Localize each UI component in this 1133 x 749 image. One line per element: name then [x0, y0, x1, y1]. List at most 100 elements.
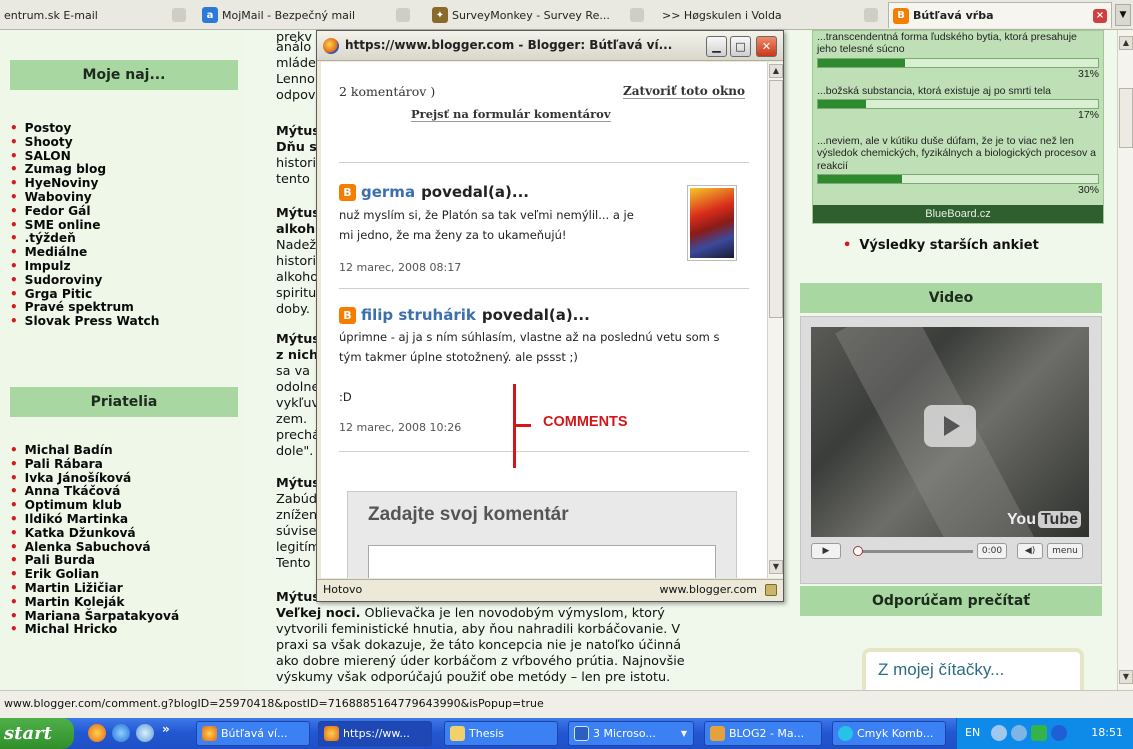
scroll-thumb[interactable] [769, 80, 783, 318]
start-button[interactable]: start [0, 718, 74, 749]
sidebar-link[interactable]: Fedor Gál [10, 204, 159, 219]
tab-close-icon[interactable] [630, 8, 644, 22]
bluetooth-icon[interactable] [1051, 725, 1067, 741]
sidebar-link[interactable]: Michal Badín [10, 443, 179, 458]
sidebar-link[interactable]: Impulz [10, 259, 159, 274]
comment-textarea[interactable] [368, 545, 716, 578]
video-progress-track[interactable] [855, 550, 973, 553]
sidebar-link[interactable]: Martin Ližičiar [10, 581, 179, 596]
article-text-fragment: alkoho [276, 270, 319, 285]
scroll-down-icon[interactable]: ▼ [1119, 670, 1133, 684]
internet-explorer-icon[interactable] [112, 724, 130, 742]
tab-mojmail[interactable]: a MojMail - Bezpečný mail [202, 2, 414, 28]
tray-collapse-icon[interactable] [991, 725, 1007, 741]
sidebar-link[interactable]: Waboviny [10, 190, 159, 205]
taskbar-item-popup[interactable]: https://ww... [318, 721, 432, 746]
language-indicator[interactable]: EN [965, 726, 980, 739]
sidebar-link[interactable]: Mediálne [10, 245, 159, 260]
popup-status-bar: Hotovo www.blogger.com [317, 579, 783, 601]
sidebar-link[interactable]: Mariana Šarpatakyová [10, 609, 180, 624]
page-scrollbar[interactable]: ▲ ▼ [1117, 30, 1133, 690]
tab-butlava-vrba[interactable]: B Bútľavá vŕba × [888, 2, 1112, 28]
blueboard-credit[interactable]: BlueBoard.cz [813, 205, 1103, 223]
play-button[interactable]: ▶ [811, 543, 841, 559]
sidebar-link[interactable]: Michal Hricko [10, 623, 179, 637]
taskbar-item-label: https://ww... [343, 727, 410, 740]
poll-option: ...božská substancia, ktorá existuje aj … [817, 85, 1099, 122]
firefox-icon [324, 726, 339, 741]
tab-hogskulen[interactable]: >> Høgskulen i Volda [662, 2, 802, 28]
sidebar-link[interactable]: Postoy [10, 121, 159, 136]
video-menu-button[interactable]: menu [1047, 543, 1083, 559]
taskbar-item-word[interactable]: 3 Microso... ▼ [568, 721, 694, 746]
minimize-icon[interactable]: ▁ [706, 36, 727, 57]
tab-close-icon[interactable]: × [1093, 9, 1107, 23]
sidebar-link[interactable]: Slovak Press Watch [10, 314, 160, 329]
sidebar-link[interactable]: SME online [10, 218, 159, 233]
sidebar-link[interactable]: HyeNoviny [10, 176, 159, 191]
sidebar-link[interactable]: Sudoroviny [10, 273, 159, 288]
taskbar-item-cmyk[interactable]: Cmyk Komb... [832, 721, 946, 746]
tab-surveymonkey[interactable]: ✦ SurveyMonkey - Survey Re... [432, 2, 648, 28]
poll-percent: 30% [1077, 184, 1099, 197]
comment-author-link[interactable]: filip struhárik [361, 306, 476, 324]
sidebar-link[interactable]: Pali Rábara [10, 457, 179, 472]
sidebar-link[interactable]: .týždeň [10, 232, 159, 246]
scroll-down-icon[interactable]: ▼ [769, 560, 783, 574]
chat-icon [838, 726, 853, 741]
video-progress-knob[interactable] [853, 546, 863, 556]
close-icon[interactable]: ✕ [756, 36, 777, 57]
media-player-icon[interactable] [136, 724, 154, 742]
tab-close-placeholder[interactable] [858, 2, 886, 28]
security-icon[interactable] [1031, 725, 1047, 741]
sidebar-link[interactable]: Ildikó Martinka [10, 512, 179, 527]
comment-popup-window: https://www.blogger.com - Blogger: Bútľa… [316, 30, 784, 602]
video-screen[interactable]: You Tube [811, 327, 1089, 537]
network-icon[interactable] [1011, 725, 1027, 741]
comment-timestamp[interactable]: 12 marec, 2008 10:26 [339, 421, 461, 434]
sidebar-link[interactable]: Martin Koleják [10, 595, 179, 610]
sidebar-link[interactable]: Ivka Jánošíková [10, 471, 179, 486]
comment-body: nuž myslím si, že Platón sa tak veľmi ne… [339, 205, 669, 245]
lock-icon[interactable] [765, 584, 777, 596]
tab-list-chevron-icon[interactable]: ▼ [1115, 4, 1131, 26]
scroll-up-icon[interactable]: ▲ [769, 64, 783, 78]
scroll-thumb[interactable] [1119, 88, 1133, 148]
taskbar-item-blog2[interactable]: BLOG2 - Ma... [704, 721, 822, 746]
sidebar-link[interactable]: Pravé spektrum [10, 301, 159, 315]
popup-scrollbar[interactable]: ▲ ▼ [767, 62, 783, 578]
tab-close-icon[interactable] [864, 8, 878, 22]
sidebar-link[interactable]: Pali Burda [10, 554, 179, 568]
taskbar-item-thesis[interactable]: Thesis [444, 721, 558, 746]
sidebar-link[interactable]: Shooty [10, 135, 159, 150]
sidebar-link[interactable]: Optimum klub [10, 498, 179, 513]
tab-centrum-email[interactable]: entrum.sk E-mail [4, 2, 190, 28]
article-text-fragment: Nadež [276, 238, 317, 253]
popup-title-bar[interactable]: https://www.blogger.com - Blogger: Bútľa… [317, 31, 783, 61]
volume-icon[interactable]: ◀) [1017, 543, 1043, 559]
comment-line: tým takmer úplne stotožnený. ale pssst ;… [339, 350, 578, 364]
sidebar-link[interactable]: Anna Tkáčová [10, 485, 179, 499]
close-window-link[interactable]: Zatvoriť toto okno [623, 84, 745, 99]
scroll-up-icon[interactable]: ▲ [1119, 36, 1133, 50]
play-overlay-icon[interactable] [924, 405, 976, 447]
tab-close-icon[interactable] [172, 8, 186, 22]
taskbar-item-browser[interactable]: Bútľavá ví... [196, 721, 310, 746]
sidebar-link[interactable]: Katka Džunková [10, 526, 179, 541]
go-to-form-link[interactable]: Prejsť na formulár komentárov [411, 107, 611, 122]
comment-form-title: Zadajte svoj komentár [368, 504, 569, 525]
older-poll-results-link[interactable]: Výsledky starších ankiet [843, 238, 1038, 253]
sidebar-link[interactable]: Zumag blog [10, 163, 159, 177]
sidebar-link[interactable]: Grga Pitic [10, 287, 159, 302]
avatar [687, 185, 737, 261]
sidebar-link[interactable]: SALON [10, 149, 159, 164]
firefox-quicklaunch-icon[interactable] [88, 724, 106, 742]
group-dropdown-icon[interactable]: ▼ [681, 722, 687, 745]
tab-close-icon[interactable] [396, 8, 410, 22]
sidebar-link[interactable]: Erik Golian [10, 567, 179, 582]
sidebar-link[interactable]: Alenka Sabuchová [10, 540, 179, 555]
comment-author-link[interactable]: germa [361, 183, 415, 201]
quicklaunch-more-icon[interactable]: » [162, 722, 170, 736]
maximize-icon[interactable]: □ [730, 36, 751, 57]
comment-timestamp[interactable]: 12 marec, 2008 08:17 [339, 261, 461, 274]
